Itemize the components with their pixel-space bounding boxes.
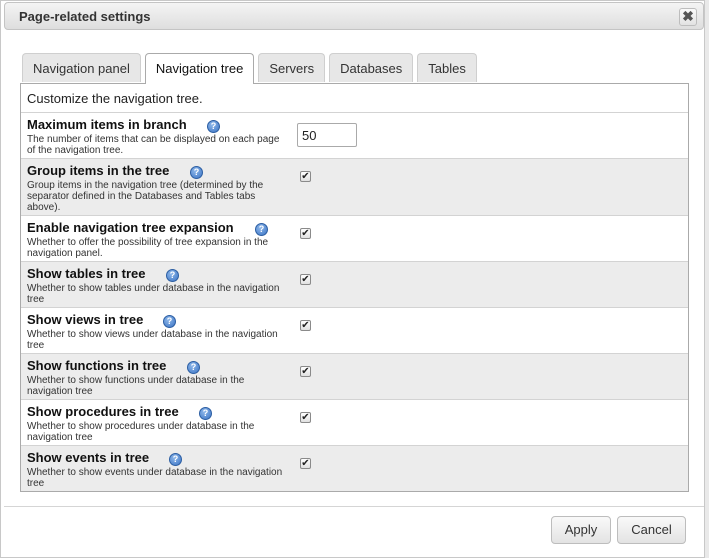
setting-description-line: navigation tree <box>27 386 93 397</box>
help-icon[interactable]: ? <box>166 269 179 282</box>
setting-description-line: Whether to show functions under database… <box>27 375 245 386</box>
setting-description-line: tree <box>27 478 45 489</box>
tab-navigation-panel[interactable]: Navigation panel <box>22 53 141 82</box>
setting-description-line: of the navigation tree. <box>27 145 124 156</box>
setting-label: Show views in tree <box>27 312 144 327</box>
show-views-checkbox[interactable]: ✔ <box>300 320 311 331</box>
setting-row-max-items: Maximum items in branch ? The number of … <box>21 112 688 158</box>
setting-description: The number of items that can be displaye… <box>27 134 285 156</box>
setting-label: Show procedures in tree <box>27 404 179 419</box>
setting-description-line: Whether to show tables under database in… <box>27 283 280 294</box>
setting-description: Whether to show views under database in … <box>27 329 285 351</box>
setting-label: Show functions in tree <box>27 358 167 373</box>
navigation-tree-panel: Customize the navigation tree. Maximum i… <box>20 83 689 492</box>
setting-description-line: Whether to show procedures under databas… <box>27 421 255 432</box>
panel-description: Customize the navigation tree. <box>27 91 203 106</box>
tab-servers[interactable]: Servers <box>258 53 326 82</box>
help-icon[interactable]: ? <box>187 361 200 374</box>
apply-button[interactable]: Apply <box>551 516 611 544</box>
setting-row-show-events: Show events in tree ? Whether to show ev… <box>21 445 688 491</box>
setting-description: Whether to show events under database in… <box>27 467 285 489</box>
help-icon[interactable]: ? <box>255 223 268 236</box>
help-icon[interactable]: ? <box>199 407 212 420</box>
setting-description-line: The number of items that can be displaye… <box>27 134 280 145</box>
setting-description-line: above). <box>27 202 61 213</box>
setting-description: Group items in the navigation tree (dete… <box>27 180 285 213</box>
page-settings-dialog: Page-related settings ✖ Navigation panel… <box>0 0 705 558</box>
group-items-checkbox[interactable]: ✔ <box>300 171 311 182</box>
dialog-title: Page-related settings <box>19 9 151 24</box>
close-icon[interactable]: ✖ <box>679 8 697 26</box>
setting-description-line: tree <box>27 340 45 351</box>
setting-description-line: navigation tree <box>27 432 93 443</box>
help-icon[interactable]: ? <box>169 453 182 466</box>
tab-navigation-tree[interactable]: Navigation tree <box>144 53 255 84</box>
tree-expansion-checkbox[interactable]: ✔ <box>300 228 311 239</box>
max-items-input[interactable] <box>297 123 357 147</box>
setting-description-line: Group items in the navigation tree (dete… <box>27 180 264 191</box>
show-events-checkbox[interactable]: ✔ <box>300 458 311 469</box>
footer-divider <box>4 506 704 507</box>
setting-label: Show tables in tree <box>27 266 146 281</box>
tab-tables[interactable]: Tables <box>417 53 477 82</box>
help-icon[interactable]: ? <box>163 315 176 328</box>
show-functions-checkbox[interactable]: ✔ <box>300 366 311 377</box>
setting-row-tree-expansion: Enable navigation tree expansion ? Wheth… <box>21 215 688 261</box>
setting-description-line: navigation panel. <box>27 248 103 259</box>
help-icon[interactable]: ? <box>207 120 220 133</box>
show-procedures-checkbox[interactable]: ✔ <box>300 412 311 423</box>
setting-description-line: Whether to offer the possibility of tree… <box>27 237 269 248</box>
setting-description: Whether to show procedures under databas… <box>27 421 285 443</box>
setting-row-group-items: Group items in the tree ? Group items in… <box>21 158 688 215</box>
setting-description-line: tree <box>27 294 45 305</box>
help-icon[interactable]: ? <box>190 166 203 179</box>
show-tables-checkbox[interactable]: ✔ <box>300 274 311 285</box>
setting-row-show-tables: Show tables in tree ? Whether to show ta… <box>21 261 688 307</box>
tab-databases[interactable]: Databases <box>329 53 414 82</box>
setting-description: Whether to offer the possibility of tree… <box>27 237 285 259</box>
setting-description: Whether to show functions under database… <box>27 375 285 397</box>
setting-description-line: separator defined in the Databases and T… <box>27 191 256 202</box>
dialog-titlebar[interactable]: Page-related settings ✖ <box>4 2 704 30</box>
setting-row-show-functions: Show functions in tree ? Whether to show… <box>21 353 688 399</box>
settings-list: Maximum items in branch ? The number of … <box>21 112 688 491</box>
settings-tabs: Navigation panel Navigation tree Servers… <box>22 53 481 84</box>
setting-row-show-procedures: Show procedures in tree ? Whether to sho… <box>21 399 688 445</box>
setting-description-line: Whether to show views under database in … <box>27 329 278 340</box>
cancel-button[interactable]: Cancel <box>617 516 686 544</box>
setting-label: Group items in the tree <box>27 163 170 178</box>
setting-label: Maximum items in branch <box>27 117 187 132</box>
setting-label: Show events in tree <box>27 450 150 465</box>
setting-description-line: Whether to show events under database in… <box>27 467 283 478</box>
setting-description: Whether to show tables under database in… <box>27 283 285 305</box>
setting-row-show-views: Show views in tree ? Whether to show vie… <box>21 307 688 353</box>
setting-label: Enable navigation tree expansion <box>27 220 234 235</box>
